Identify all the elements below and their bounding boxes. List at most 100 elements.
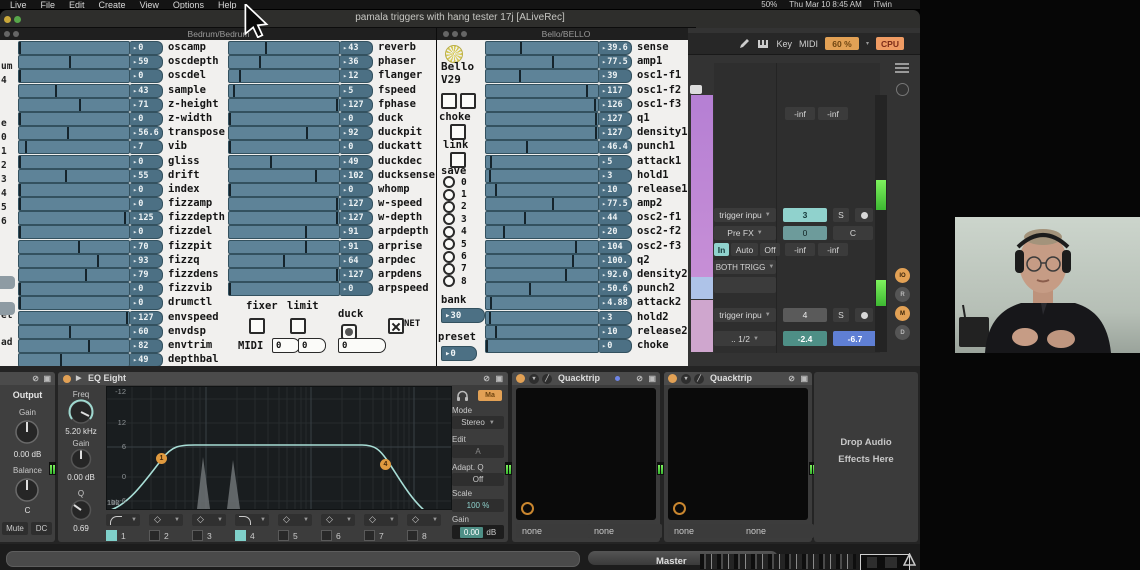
param-slider[interactable] — [228, 140, 340, 154]
param-slider[interactable] — [485, 69, 599, 83]
param-number-box[interactable]: ▸36 — [340, 55, 373, 69]
choke-checkbox[interactable] — [450, 124, 466, 140]
param-number-box[interactable]: ▸126 — [599, 98, 632, 112]
keyboard-map-icon[interactable] — [757, 38, 769, 50]
bedrum-window-title[interactable]: Bedrum/Bedrum — [0, 28, 437, 40]
menubar-item[interactable]: File — [41, 0, 56, 9]
hot-swap-icon[interactable]: ⊘ — [32, 374, 39, 383]
param-slider[interactable] — [18, 126, 130, 140]
preset-radio[interactable] — [443, 201, 455, 213]
param-slider[interactable] — [228, 183, 340, 197]
param-slider[interactable] — [18, 296, 130, 310]
bank-number-box[interactable]: ▸30 — [441, 308, 485, 323]
gain-display[interactable]: 0 — [783, 226, 827, 240]
close-icon[interactable] — [443, 31, 449, 37]
save-preset-icon[interactable]: ▣ — [43, 374, 51, 383]
window-titlebar[interactable]: pamala triggers with hang tester 17j [AL… — [0, 10, 920, 28]
param-slider[interactable] — [485, 197, 599, 211]
midi-map-button[interactable]: MIDI — [799, 39, 818, 49]
preset-radio[interactable] — [443, 226, 455, 238]
param-slider[interactable] — [485, 311, 599, 325]
param-number-box[interactable]: ▸104 — [599, 240, 632, 254]
param-slider[interactable] — [18, 155, 130, 169]
volume-display[interactable]: -inf — [785, 107, 815, 120]
monitor-off-button[interactable]: Off — [760, 243, 780, 256]
preset-radio[interactable] — [443, 238, 455, 250]
filter-type-select[interactable]: ▼ — [364, 514, 398, 526]
param-slider[interactable] — [18, 112, 130, 126]
param-slider[interactable] — [18, 211, 130, 225]
preset-radio[interactable] — [443, 251, 455, 263]
menubar-status-item[interactable]: iTwin — [874, 0, 892, 9]
param-slider[interactable] — [18, 268, 130, 282]
param-number-box[interactable]: ▸127 — [599, 126, 632, 140]
bello-window-title[interactable]: Bello/BELLO — [437, 28, 695, 40]
param-slider[interactable] — [18, 339, 130, 353]
param-number-box[interactable]: ▸0 — [130, 155, 163, 169]
param-number-box[interactable]: ▸4.88 — [599, 296, 632, 310]
eq-eight-header[interactable]: ▶ EQ Eight ⊘ ▣ — [58, 372, 508, 385]
hq-badge[interactable]: Ma — [478, 390, 502, 401]
menubar-item[interactable]: Options — [173, 0, 204, 9]
menubar-item[interactable]: Live — [10, 0, 27, 9]
param-number-box[interactable]: ▸0 — [599, 339, 632, 353]
menubar-item[interactable]: View — [140, 0, 159, 9]
arm-button[interactable] — [855, 208, 873, 222]
param-slider[interactable] — [228, 69, 340, 83]
param-number-box[interactable]: ▸43 — [130, 84, 163, 98]
param-number-box[interactable]: ▸5 — [599, 155, 632, 169]
param-number-box[interactable]: ▸39.6 — [599, 41, 632, 55]
filter-type-select[interactable]: ▼ — [278, 514, 312, 526]
fixer-checkbox[interactable] — [249, 318, 265, 334]
device-activator[interactable] — [516, 374, 525, 383]
fold-icon[interactable]: ▾ — [681, 374, 691, 384]
param-number-box[interactable]: ▸10 — [599, 183, 632, 197]
param-number-box[interactable]: ▸127 — [130, 311, 163, 325]
cpu-button[interactable]: CPU — [876, 37, 904, 50]
arm-button[interactable] — [855, 308, 873, 322]
param-slider[interactable] — [485, 325, 599, 339]
param-slider[interactable] — [228, 225, 340, 239]
param-slider[interactable] — [18, 325, 130, 339]
save-preset-icon[interactable]: ▣ — [648, 374, 656, 383]
preset-number-box[interactable]: ▸0 — [441, 346, 477, 361]
device-activator[interactable] — [63, 375, 71, 383]
param-number-box[interactable]: ▸0 — [130, 225, 163, 239]
param-number-box[interactable]: ▸0 — [130, 41, 163, 55]
band-enable-checkbox[interactable] — [149, 530, 160, 541]
param-number-box[interactable]: ▸39 — [599, 69, 632, 83]
param-number-box[interactable]: ▸92 — [340, 126, 373, 140]
param-number-box[interactable]: ▸3 — [599, 169, 632, 183]
param-number-box[interactable]: ▸100. — [599, 254, 632, 268]
param-slider[interactable] — [228, 197, 340, 211]
send-amount[interactable]: 4 — [783, 308, 827, 322]
param-slider[interactable] — [18, 84, 130, 98]
mute-button[interactable]: Mute — [2, 522, 28, 535]
param-slider[interactable] — [18, 140, 130, 154]
bello-toggle-2[interactable] — [460, 93, 476, 109]
duck-number-box[interactable]: 0 — [338, 338, 386, 353]
chevron-down-icon[interactable]: ▾ — [866, 40, 869, 47]
param-slider[interactable] — [18, 311, 130, 325]
save-preset-icon[interactable]: ▣ — [495, 374, 503, 383]
level-display[interactable]: -6.7 — [833, 331, 877, 346]
freq-knob[interactable] — [67, 398, 95, 426]
param-number-box[interactable]: ▸127 — [340, 98, 373, 112]
drop-audio-effects-zone[interactable]: Drop Audio Effects Here — [814, 372, 918, 542]
balance-knob[interactable] — [13, 476, 41, 504]
param-slider[interactable] — [228, 55, 340, 69]
clip-slot-pink[interactable] — [691, 300, 713, 352]
circle-icon[interactable] — [896, 83, 909, 96]
param-slider[interactable] — [485, 55, 599, 69]
filter-type-select[interactable]: ▼ — [192, 514, 226, 526]
param-slider[interactable] — [228, 268, 340, 282]
param-number-box[interactable]: ▸71 — [130, 98, 163, 112]
param-slider[interactable] — [485, 225, 599, 239]
hot-swap-icon[interactable]: ⊘ — [483, 374, 490, 383]
param-number-box[interactable]: ▸77.5 — [599, 55, 632, 69]
peer-slot[interactable]: none — [668, 524, 742, 538]
menubar-status-item[interactable]: Thu Mar 10 8:45 AM — [789, 0, 861, 9]
param-number-box[interactable]: ▸0 — [130, 197, 163, 211]
param-number-box[interactable]: ▸44 — [599, 211, 632, 225]
peer-slot[interactable]: none — [740, 524, 814, 538]
